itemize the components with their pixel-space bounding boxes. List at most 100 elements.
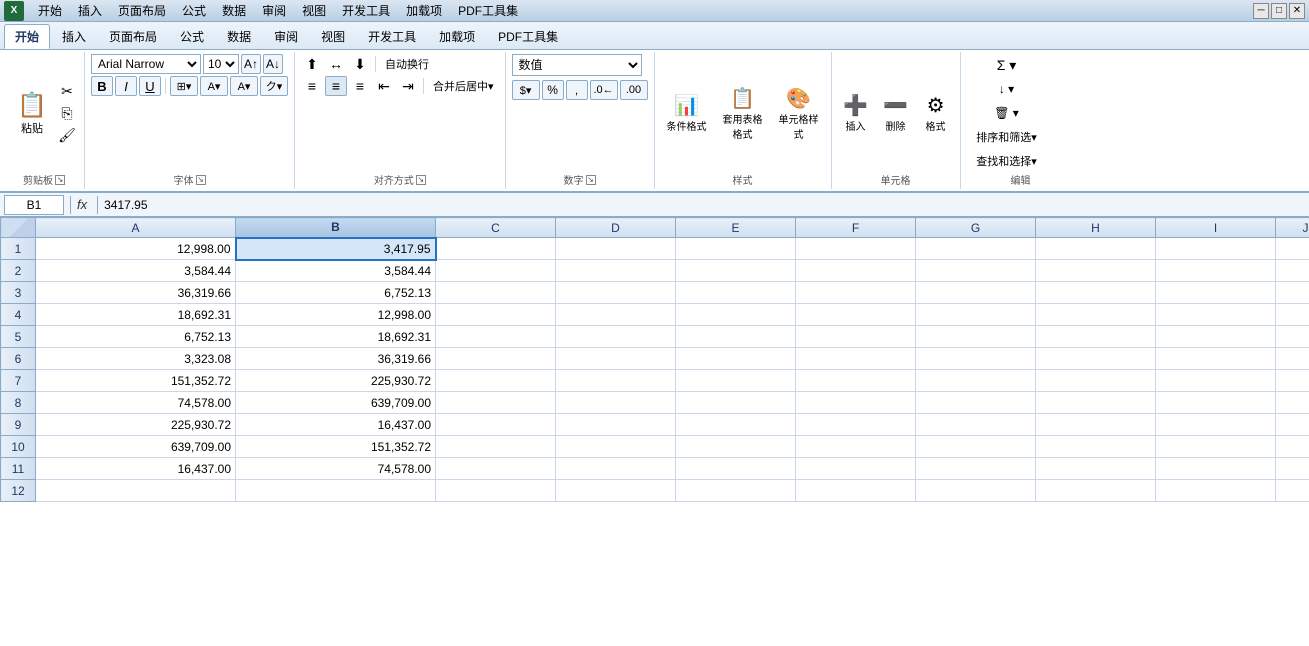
cell-8-h[interactable] — [1036, 392, 1156, 414]
fill-color-button[interactable]: A▾ — [200, 76, 228, 96]
cell-9-j[interactable] — [1276, 414, 1309, 436]
cell-3-h[interactable] — [1036, 282, 1156, 304]
cell-10-g[interactable] — [916, 436, 1036, 458]
cell-2-a[interactable]: 3,584.44 — [36, 260, 236, 282]
cell-9-f[interactable] — [796, 414, 916, 436]
increase-font-button[interactable]: A↑ — [241, 54, 261, 74]
cell-8-j[interactable] — [1276, 392, 1309, 414]
middle-align-button[interactable]: ↔ — [325, 54, 347, 74]
maximize-button[interactable]: □ — [1271, 3, 1287, 19]
cell-4-i[interactable] — [1156, 304, 1276, 326]
cell-4-b[interactable]: 12,998.00 — [236, 304, 436, 326]
cell-5-e[interactable] — [676, 326, 796, 348]
increase-indent-button[interactable]: ⇥ — [397, 76, 419, 96]
cell-8-e[interactable] — [676, 392, 796, 414]
cell-4-g[interactable] — [916, 304, 1036, 326]
conditional-format-button[interactable]: 📊 条件格式 — [661, 87, 713, 139]
cell-5-h[interactable] — [1036, 326, 1156, 348]
cell-11-i[interactable] — [1156, 458, 1276, 480]
col-header-b[interactable]: B — [236, 218, 436, 238]
col-header-h[interactable]: H — [1036, 218, 1156, 238]
cell-10-f[interactable] — [796, 436, 916, 458]
cell-12-e[interactable] — [676, 480, 796, 502]
decrease-indent-button[interactable]: ⇤ — [373, 76, 395, 96]
row-header-5[interactable]: 5 — [1, 326, 36, 348]
cell-3-f[interactable] — [796, 282, 916, 304]
comma-button[interactable]: , — [566, 80, 588, 100]
menu-item-页面布局[interactable]: 页面布局 — [110, 0, 174, 21]
cell-10-h[interactable] — [1036, 436, 1156, 458]
cell-7-g[interactable] — [916, 370, 1036, 392]
cell-9-c[interactable] — [436, 414, 556, 436]
row-header-12[interactable]: 12 — [1, 480, 36, 502]
cell-3-c[interactable] — [436, 282, 556, 304]
cell-10-i[interactable] — [1156, 436, 1276, 458]
font-name-select[interactable]: Arial Narrow — [91, 54, 201, 74]
cell-7-h[interactable] — [1036, 370, 1156, 392]
cell-6-h[interactable] — [1036, 348, 1156, 370]
cell-6-j[interactable] — [1276, 348, 1309, 370]
wrap-text-button[interactable]: 自动换行 — [380, 54, 434, 74]
cell-2-i[interactable] — [1156, 260, 1276, 282]
cell-11-g[interactable] — [916, 458, 1036, 480]
cell-9-e[interactable] — [676, 414, 796, 436]
cell-1-f[interactable] — [796, 238, 916, 260]
cell-reference-input[interactable]: B1 — [4, 195, 64, 215]
row-header-11[interactable]: 11 — [1, 458, 36, 480]
format-painter-button[interactable]: 🖌 — [56, 125, 78, 145]
alignment-expand-icon[interactable]: ↘ — [416, 175, 426, 185]
cell-8-d[interactable] — [556, 392, 676, 414]
cell-12-d[interactable] — [556, 480, 676, 502]
ribbon-tab-加载项[interactable]: 加载项 — [428, 24, 486, 49]
col-header-d[interactable]: D — [556, 218, 676, 238]
cell-6-a[interactable]: 3,323.08 — [36, 348, 236, 370]
increase-decimal-button[interactable]: .00 — [620, 80, 648, 100]
formula-input[interactable]: 3417.95 — [104, 195, 1305, 215]
top-align-button[interactable]: ⬆ — [301, 54, 323, 74]
cell-2-d[interactable] — [556, 260, 676, 282]
cell-10-e[interactable] — [676, 436, 796, 458]
cell-2-g[interactable] — [916, 260, 1036, 282]
cell-8-b[interactable]: 639,709.00 — [236, 392, 436, 414]
row-header-9[interactable]: 9 — [1, 414, 36, 436]
cell-1-d[interactable] — [556, 238, 676, 260]
cell-1-i[interactable] — [1156, 238, 1276, 260]
clear-button[interactable]: 🗑 ▾ — [967, 102, 1047, 124]
cell-11-e[interactable] — [676, 458, 796, 480]
menu-item-插入[interactable]: 插入 — [70, 0, 110, 21]
col-header-c[interactable]: C — [436, 218, 556, 238]
cell-9-b[interactable]: 16,437.00 — [236, 414, 436, 436]
accounting-button[interactable]: $▾ — [512, 80, 540, 100]
cell-5-a[interactable]: 6,752.13 — [36, 326, 236, 348]
cell-6-d[interactable] — [556, 348, 676, 370]
table-format-button[interactable]: 📋 套用表格格式 — [717, 83, 769, 144]
ribbon-tab-插入[interactable]: 插入 — [51, 24, 97, 49]
ribbon-tab-开始[interactable]: 开始 — [4, 24, 50, 49]
underline-button[interactable]: U — [139, 76, 161, 96]
cell-4-c[interactable] — [436, 304, 556, 326]
cell-12-j[interactable] — [1276, 480, 1309, 502]
percent-button[interactable]: % — [542, 80, 564, 100]
row-header-3[interactable]: 3 — [1, 282, 36, 304]
cell-2-c[interactable] — [436, 260, 556, 282]
border-button[interactable]: ⊞▾ — [170, 76, 198, 96]
center-align-button[interactable]: ≡ — [325, 76, 347, 96]
cell-8-c[interactable] — [436, 392, 556, 414]
cell-1-g[interactable] — [916, 238, 1036, 260]
cell-2-j[interactable] — [1276, 260, 1309, 282]
cell-7-d[interactable] — [556, 370, 676, 392]
cell-styles-button[interactable]: 🎨 单元格样式 — [773, 83, 825, 144]
cell-7-a[interactable]: 151,352.72 — [36, 370, 236, 392]
ribbon-tab-页面布局[interactable]: 页面布局 — [98, 24, 168, 49]
cell-8-i[interactable] — [1156, 392, 1276, 414]
format-button[interactable]: ⚙ 格式 — [918, 87, 954, 139]
ribbon-tab-视图[interactable]: 视图 — [310, 24, 356, 49]
merge-center-button[interactable]: 合并后居中▾ — [428, 76, 499, 96]
cell-3-e[interactable] — [676, 282, 796, 304]
cell-10-j[interactable] — [1276, 436, 1309, 458]
cell-6-e[interactable] — [676, 348, 796, 370]
col-header-e[interactable]: E — [676, 218, 796, 238]
cell-1-a[interactable]: 12,998.00 — [36, 238, 236, 260]
cut-button[interactable]: ✂ — [56, 81, 78, 101]
cell-1-h[interactable] — [1036, 238, 1156, 260]
